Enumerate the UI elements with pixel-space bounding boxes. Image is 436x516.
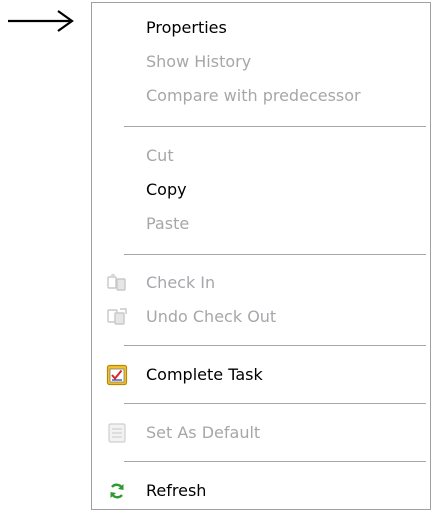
menu-item-label: Cut: [146, 146, 174, 165]
right-arrow-icon: [8, 10, 74, 32]
menu-item-label: Compare with predecessor: [146, 86, 361, 105]
menu-item-undo-check-out[interactable]: Undo Check Out: [92, 300, 430, 334]
menu-item-paste[interactable]: Paste: [92, 207, 430, 241]
stage: Properties Show History Compare with pre…: [0, 0, 436, 516]
set-as-default-icon: [108, 423, 126, 443]
menu-item-label: Paste: [146, 214, 190, 233]
menu-item-copy[interactable]: Copy: [92, 173, 430, 207]
menu-item-complete-task[interactable]: Complete Task: [92, 358, 430, 392]
refresh-icon: [110, 483, 124, 499]
menu-item-compare-with-predecessor[interactable]: Compare with predecessor: [92, 79, 430, 113]
menu-item-set-as-default[interactable]: Set As Default: [92, 416, 430, 450]
menu-separator: [124, 461, 426, 462]
menu-separator: [124, 345, 426, 346]
menu-separator: [124, 254, 426, 255]
menu-item-label: Complete Task: [146, 365, 263, 384]
menu-item-label: Check In: [146, 273, 216, 292]
context-menu: Properties Show History Compare with pre…: [91, 2, 431, 510]
menu-item-check-in[interactable]: Check In: [92, 266, 430, 300]
menu-item-show-history[interactable]: Show History: [92, 45, 430, 79]
menu-item-label: Set As Default: [146, 423, 261, 442]
menu-item-cut[interactable]: Cut: [92, 139, 430, 173]
menu-item-label: Undo Check Out: [146, 307, 277, 326]
menu-item-label: Refresh: [146, 481, 207, 500]
undo-check-out-icon: [107, 308, 127, 325]
menu-item-label: Copy: [146, 180, 187, 199]
menu-item-properties[interactable]: Properties: [92, 11, 430, 45]
menu-item-label: Properties: [146, 18, 227, 37]
menu-separator: [124, 126, 426, 127]
menu-item-refresh[interactable]: Refresh: [92, 474, 430, 508]
menu-separator: [124, 403, 426, 404]
menu-item-label: Show History: [146, 52, 252, 71]
complete-task-icon: [106, 364, 128, 386]
check-in-icon: [107, 273, 126, 291]
